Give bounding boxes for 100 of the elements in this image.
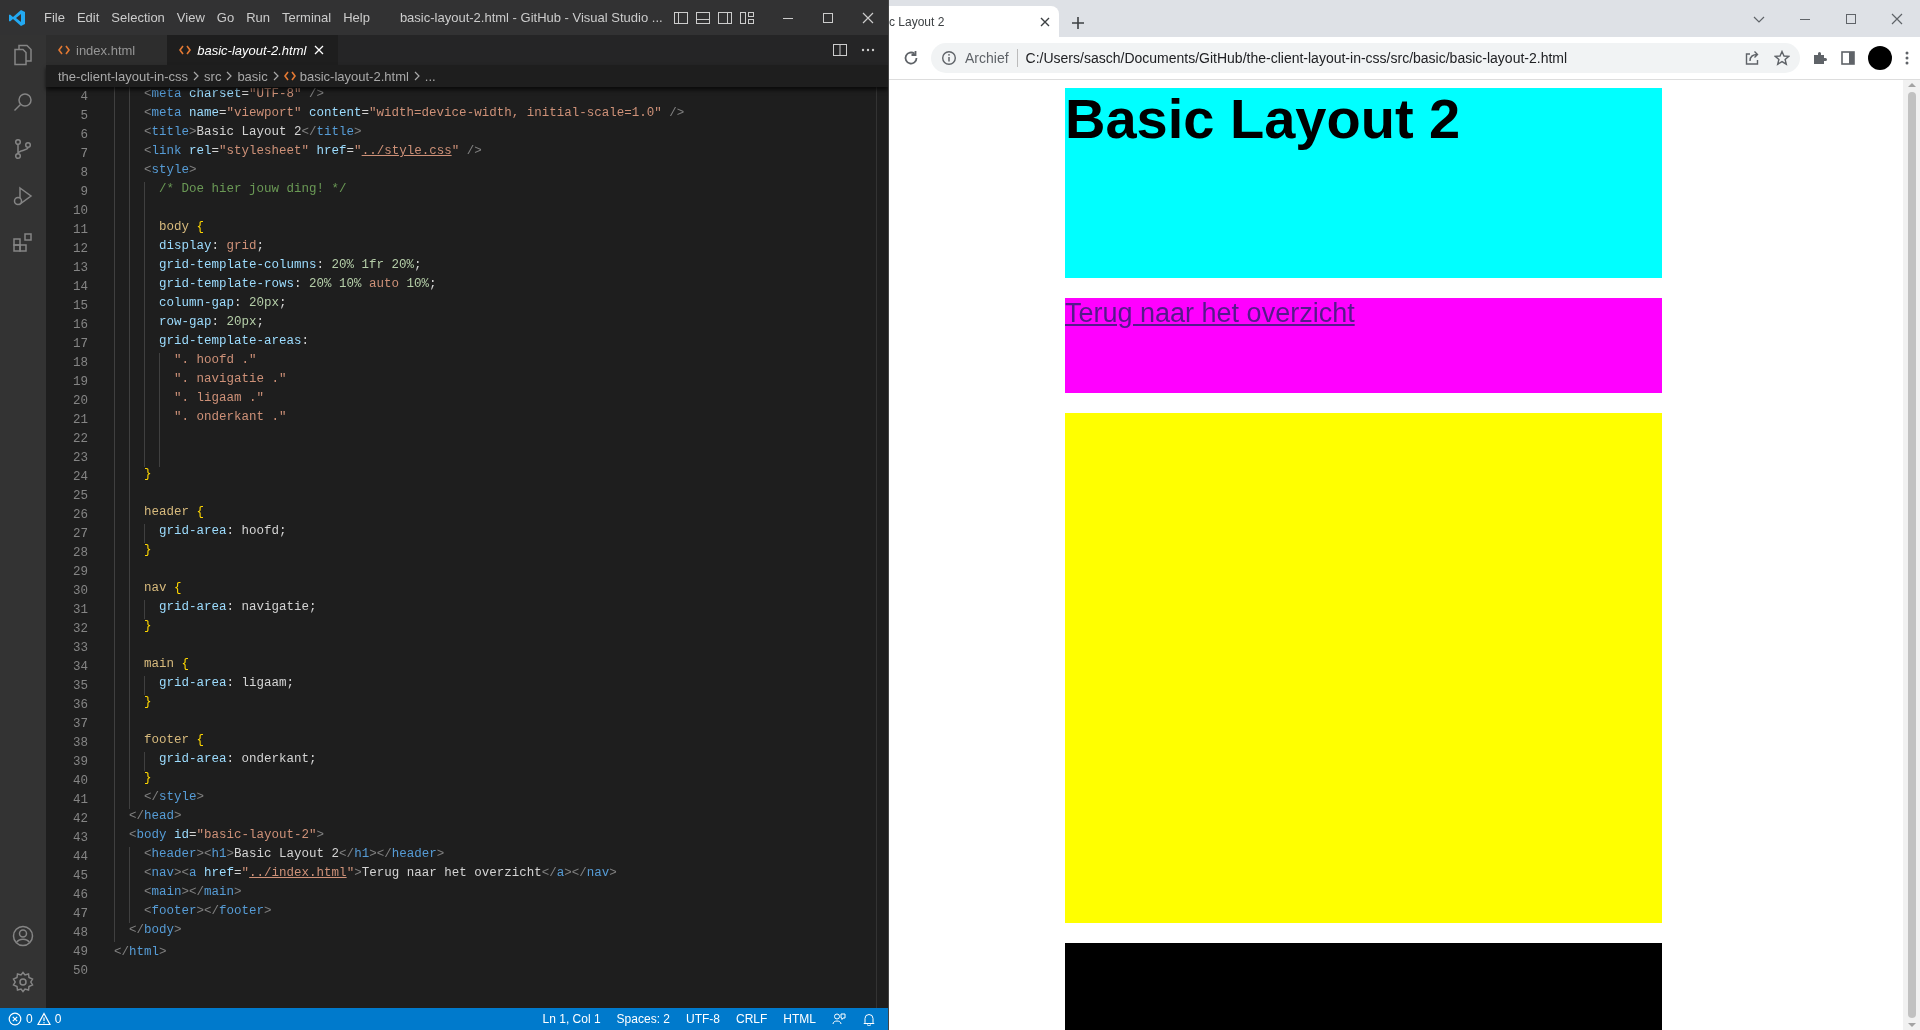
secondary-sidebar-icon[interactable] <box>716 9 733 26</box>
share-icon[interactable] <box>1744 50 1760 66</box>
new-tab-button[interactable] <box>1071 16 1085 30</box>
line-number: 6 <box>79 127 88 142</box>
layout-icon[interactable] <box>738 9 755 26</box>
code-line: } <box>114 619 152 638</box>
menu-item[interactable]: Help <box>337 10 376 25</box>
line-number: 23 <box>72 450 88 465</box>
code-line: column-gap: 20px; <box>114 296 287 315</box>
files-icon[interactable] <box>11 43 35 67</box>
line-number: 5 <box>79 108 88 123</box>
line-number: 14 <box>72 279 88 294</box>
code-line: display: grid; <box>114 239 265 258</box>
error-count[interactable]: 0 <box>26 1012 33 1026</box>
code-line: row-gap: 20px; <box>114 315 265 334</box>
line-number: 36 <box>72 697 88 712</box>
code-line: </html> <box>114 944 167 959</box>
star-icon[interactable] <box>1774 50 1790 66</box>
status-item[interactable]: Spaces: 2 <box>616 1012 670 1026</box>
code-line: /* Doe hier jouw ding! */ <box>114 182 347 201</box>
menu-item[interactable]: Terminal <box>276 10 338 25</box>
breadcrumb-item[interactable]: basic-layout-2.html <box>299 68 409 84</box>
code-line: footer { <box>114 733 205 752</box>
breadcrumb-item[interactable]: the-client-layout-in-css <box>58 68 189 84</box>
url-text: C:/Users/sasch/Documents/GitHub/the-client-layout-in-css/src/basic/basic-layout-2.html <box>1025 50 1568 66</box>
line-number: 25 <box>72 488 88 503</box>
code-line: <title>Basic Layout 2</title> <box>114 125 362 144</box>
extensions-icon[interactable] <box>11 231 35 255</box>
html-file-icon <box>58 44 70 56</box>
line-number: 30 <box>72 583 88 598</box>
settings-icon[interactable] <box>11 970 35 994</box>
line-number: 35 <box>72 678 88 693</box>
code-line: header { <box>114 505 205 524</box>
status-item[interactable]: CRLF <box>736 1012 768 1026</box>
code-line: } <box>114 695 152 714</box>
profile-avatar[interactable] <box>1868 46 1892 70</box>
search-icon[interactable] <box>11 90 35 114</box>
chevron-right-icon <box>412 71 421 81</box>
warning-icon[interactable] <box>36 1012 51 1026</box>
line-number: 38 <box>72 735 88 750</box>
sidebar-toggle-icon[interactable] <box>672 9 689 26</box>
line-number: 24 <box>72 469 88 484</box>
app-logo-icon <box>8 8 26 27</box>
reload-icon[interactable] <box>903 50 919 66</box>
menu-item[interactable]: View <box>170 10 211 25</box>
status-item[interactable]: HTML <box>783 1012 816 1026</box>
account-icon[interactable] <box>11 924 35 948</box>
code-line: <link rel="stylesheet" href="../style.css" /> <box>114 144 482 163</box>
address-bar[interactable]: Archief C:/Users/sasch/Documents/GitHub/the-client-layout-in-css/src/basic/basic-layout-2.html <box>931 43 1800 73</box>
status-item[interactable]: Ln 1, Col 1 <box>542 1012 601 1026</box>
breadcrumb-item[interactable]: basic <box>237 68 268 84</box>
browser-tab[interactable]: c Layout 2 <box>889 6 1059 37</box>
code-line: <body id="basic-layout-2"> <box>114 828 325 847</box>
line-number: 8 <box>79 165 88 180</box>
error-icon[interactable] <box>8 1012 22 1026</box>
menu-item[interactable]: File <box>38 10 71 25</box>
page-heading: Basic Layout 2 <box>1065 88 1461 150</box>
chevron-right-icon <box>271 71 280 81</box>
code-line: grid-template-rows: 20% 10% auto 10%; <box>114 277 437 296</box>
code-line: </style> <box>114 790 205 809</box>
menu-item[interactable]: Go <box>210 10 241 25</box>
play-bug-icon[interactable] <box>11 184 35 208</box>
status-item[interactable]: UTF-8 <box>686 1012 720 1026</box>
line-number: 15 <box>72 298 88 313</box>
site-info-label: Archief <box>965 50 1009 66</box>
line-number: 12 <box>72 241 88 256</box>
editor-tab[interactable]: basic-layout-2.html <box>167 35 339 65</box>
code-line: ". ligaam ." <box>114 391 264 410</box>
line-number: 37 <box>72 716 88 731</box>
code-line: } <box>114 771 152 790</box>
breadcrumb-item[interactable]: src <box>204 68 222 84</box>
chevron-right-icon <box>192 71 201 81</box>
menu-item[interactable]: Edit <box>70 10 106 25</box>
line-number: 46 <box>72 887 88 902</box>
maximize-icon[interactable] <box>1845 12 1857 25</box>
side-panel-icon[interactable] <box>1840 50 1856 66</box>
feedback-icon[interactable] <box>832 1012 846 1026</box>
line-number: 19 <box>72 374 88 389</box>
code-line: grid-area: ligaam; <box>114 676 295 695</box>
menu-item[interactable]: Run <box>240 10 276 25</box>
line-number: 21 <box>72 412 88 427</box>
bell-icon[interactable] <box>862 1012 876 1026</box>
line-number: 17 <box>72 336 88 351</box>
code-line: } <box>114 467 152 486</box>
line-number: 39 <box>72 754 88 769</box>
back-link[interactable]: Terug naar het overzicht <box>1065 298 1355 328</box>
menu-icon[interactable] <box>1904 50 1910 66</box>
code-line: </body> <box>114 923 182 942</box>
breadcrumb-item[interactable]: ... <box>424 68 436 84</box>
code-line: grid-area: onderkant; <box>114 752 317 771</box>
line-number: 28 <box>72 545 88 560</box>
puzzle-icon[interactable] <box>1812 50 1828 66</box>
warning-count[interactable]: 0 <box>54 1012 62 1026</box>
line-number: 44 <box>72 849 88 864</box>
panel-toggle-icon[interactable] <box>694 9 711 26</box>
menu-item[interactable]: Selection <box>105 10 171 25</box>
code-line: <main></main> <box>114 885 242 904</box>
editor-tab[interactable]: index.html <box>46 35 168 65</box>
split-editor-icon[interactable] <box>832 42 848 58</box>
close-icon[interactable] <box>1039 15 1051 28</box>
